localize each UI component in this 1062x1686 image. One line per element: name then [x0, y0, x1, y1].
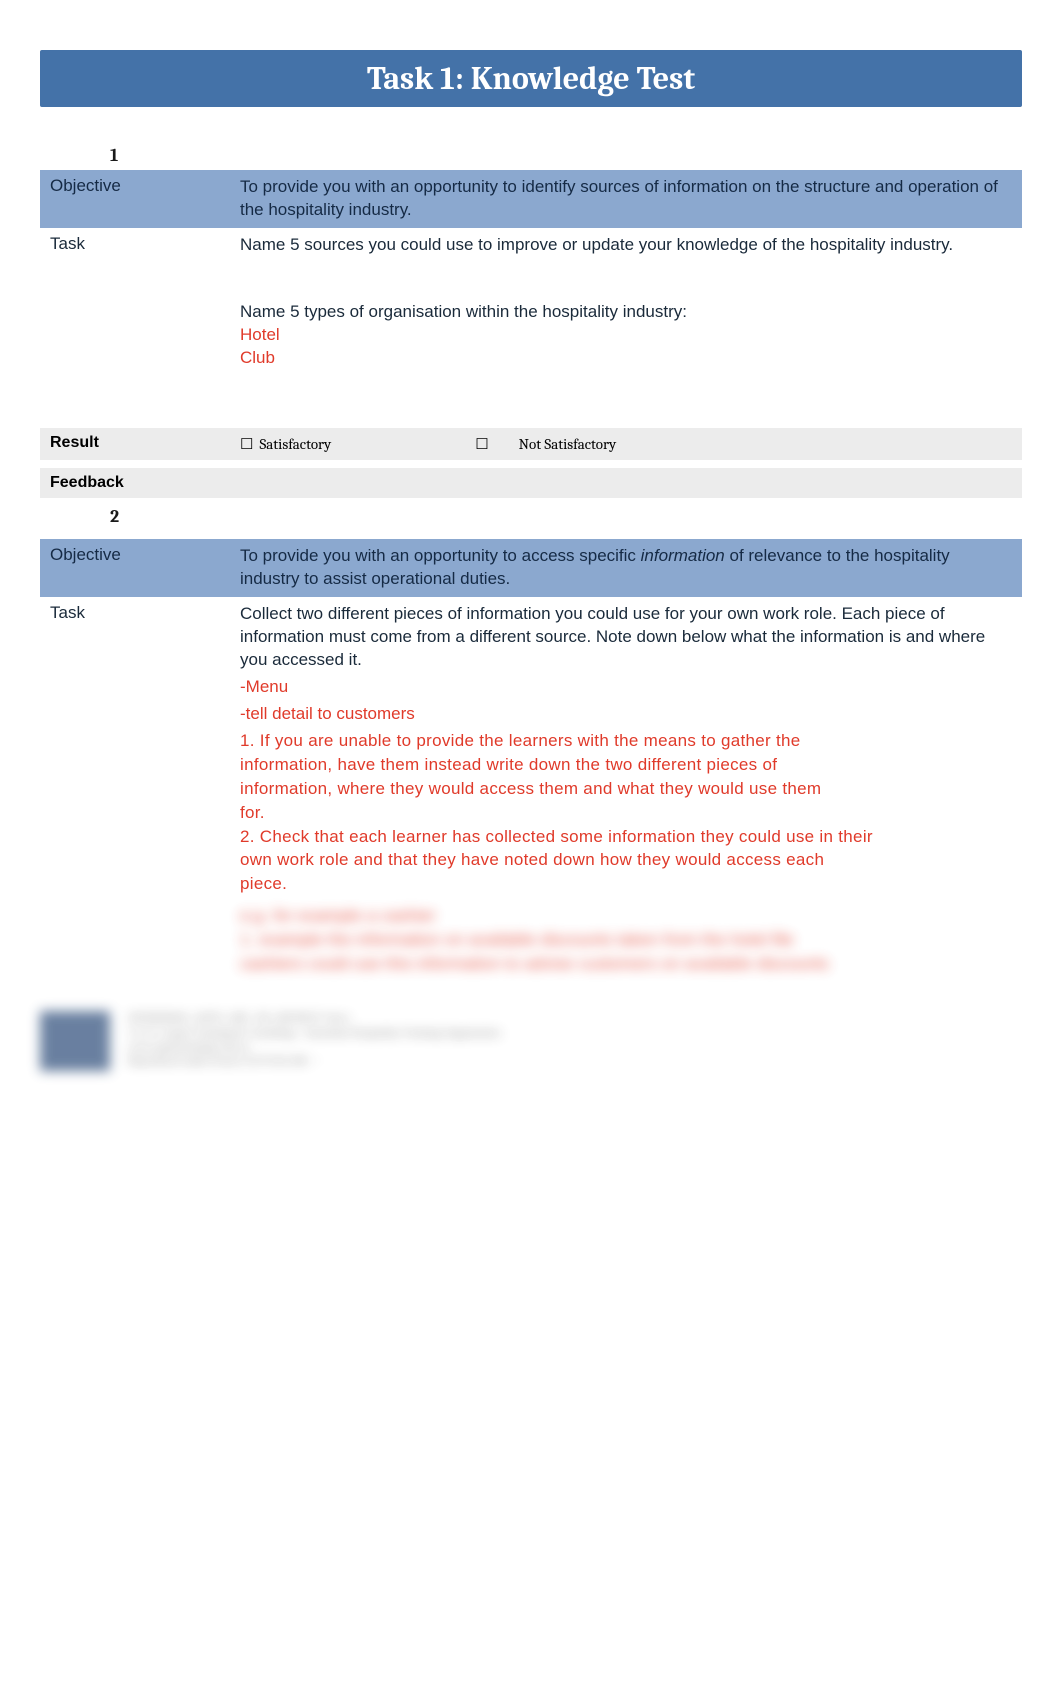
footer-line: Reproduced under licence ACN 054 306 ···	[128, 1054, 500, 1068]
task-text-2: Collect two different pieces of informat…	[240, 603, 1012, 672]
objective-label: Objective	[40, 170, 230, 202]
result-label: Result	[40, 428, 230, 458]
blurred-example-block: e.g. for example a cashier 1. example th…	[240, 904, 1012, 975]
task-label-2: Task	[40, 597, 230, 629]
red-line: 2. Check that each learner has collected…	[240, 825, 1012, 849]
footer-line: SITHIND002_AHTS_ABC_NZ_485309217.docx	[128, 1011, 500, 1025]
section-2-objective-row: Objective To provide you with an opportu…	[40, 539, 1022, 597]
objective-label-2: Objective	[40, 539, 230, 571]
answer-tell-detail: -tell detail to customers	[240, 703, 1012, 726]
blurred-line: 1. example the information on available …	[240, 928, 1012, 952]
task-question-1: Name 5 sources you could use to improve …	[240, 234, 1012, 257]
objective-text: To provide you with an opportunity to id…	[230, 170, 1022, 228]
footer-page-box	[40, 1011, 110, 1071]
checkbox-satisfactory-icon[interactable]: ☐	[240, 434, 253, 454]
satisfactory-label: Satisfactory	[259, 434, 331, 454]
section-1-feedback-row: Feedback	[40, 468, 1022, 498]
blurred-line: e.g. for example a cashier	[240, 904, 1012, 928]
task-question-2: Name 5 types of organisation within the …	[240, 301, 1012, 324]
title-banner: Task 1: Knowledge Test	[40, 50, 1022, 107]
page-title: Task 1: Knowledge Test	[367, 60, 695, 97]
red-line: for.	[240, 801, 1012, 825]
checkbox-not-satisfactory-icon[interactable]: ☐	[475, 434, 488, 454]
answer-hotel: Hotel	[240, 324, 1012, 347]
footer-line: V1.0 © Aspire Training & Consulting · Au…	[128, 1026, 500, 1040]
red-line: information, have them instead write dow…	[240, 753, 1012, 777]
section-2-number: 2	[40, 498, 1022, 531]
objective-pre: To provide you with an opportunity to ac…	[240, 546, 641, 565]
objective-italic: information	[641, 546, 725, 565]
page-footer: SITHIND002_AHTS_ABC_NZ_485309217.docx V1…	[40, 1011, 1022, 1071]
answer-menu: -Menu	[240, 676, 1012, 699]
red-line: own work role and that they have noted d…	[240, 848, 1012, 872]
not-satisfactory-label: Not Satisfactory	[519, 434, 617, 454]
red-line: piece.	[240, 872, 1012, 896]
red-line: 1. If you are unable to provide the lear…	[240, 729, 1012, 753]
blurred-line: cashiers could use this information to a…	[240, 952, 1012, 976]
task-label: Task	[40, 228, 230, 260]
section-1-task-row: Task Name 5 sources you could use to imp…	[40, 228, 1022, 420]
footer-line: www.aspiretraining.com.au	[128, 1040, 500, 1054]
section-1-objective-row: Objective To provide you with an opportu…	[40, 170, 1022, 228]
red-line: information, where they would access the…	[240, 777, 1012, 801]
footer-text: SITHIND002_AHTS_ABC_NZ_485309217.docx V1…	[128, 1011, 500, 1068]
section-1-result-row: Result ☐ Satisfactory ☐ Not Satisfactory	[40, 428, 1022, 460]
red-instruction-block: 1. If you are unable to provide the lear…	[240, 729, 1012, 896]
feedback-label: Feedback	[40, 468, 230, 498]
objective-text-2: To provide you with an opportunity to ac…	[230, 539, 1022, 597]
section-2-task-row: Task Collect two different pieces of inf…	[40, 597, 1022, 982]
answer-club: Club	[240, 347, 1012, 370]
section-1-number: 1	[40, 137, 1022, 170]
